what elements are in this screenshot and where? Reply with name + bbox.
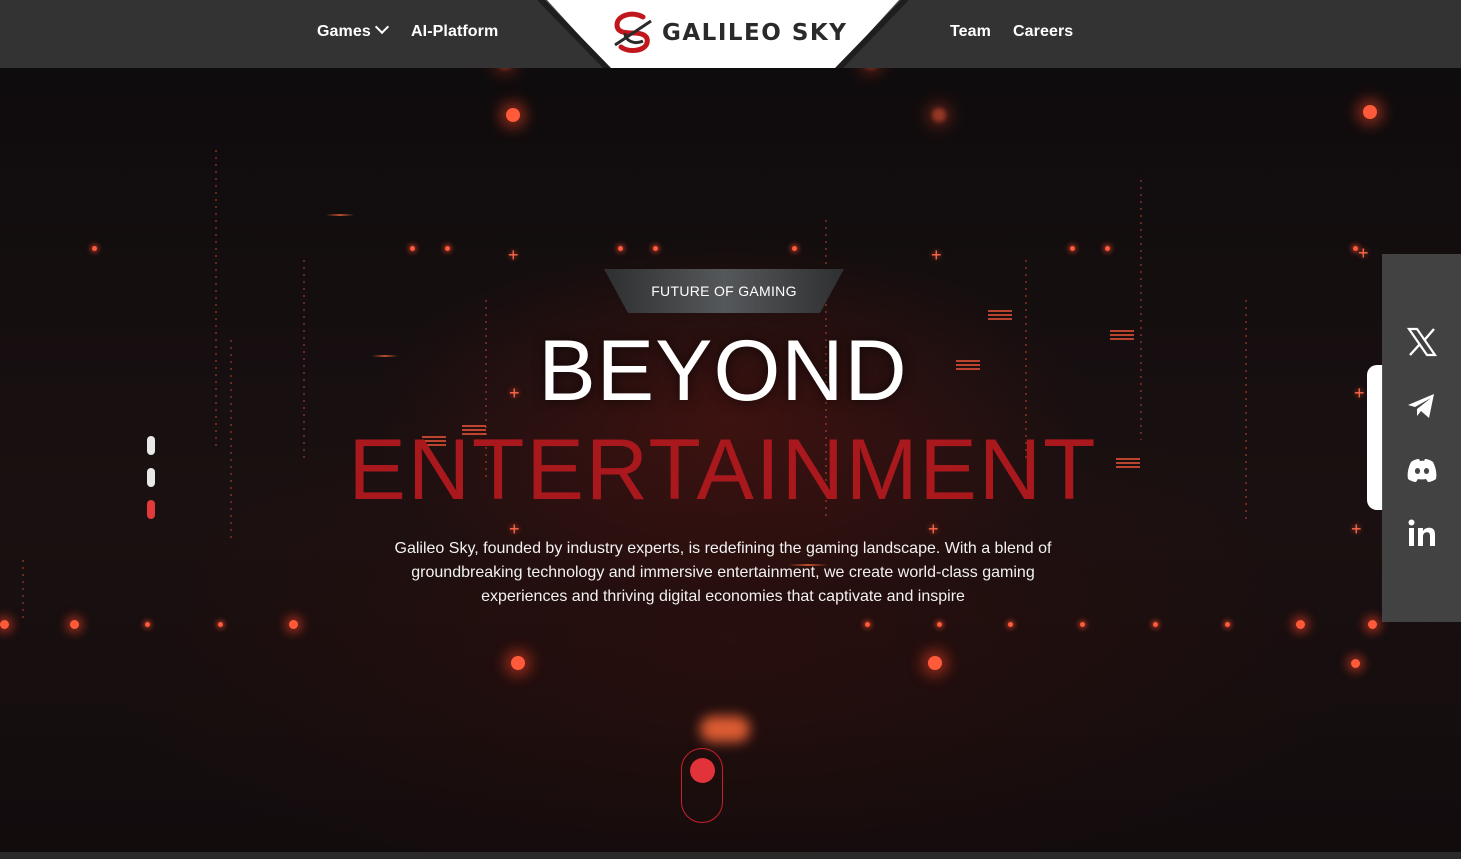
hero-title-line1: BEYOND: [538, 323, 908, 419]
nav-games[interactable]: Games: [317, 19, 389, 41]
particle: [145, 622, 150, 627]
particle: [792, 246, 797, 251]
particle: [506, 108, 520, 122]
particle: [928, 656, 942, 670]
particle: [1351, 659, 1360, 668]
plus-spark-icon: +: [1351, 519, 1362, 539]
galileo-logo-icon[interactable]: [611, 11, 657, 55]
particle: [445, 246, 450, 251]
tagline: FUTURE OF GAMING: [651, 283, 797, 299]
particle: [865, 622, 870, 627]
plus-spark-icon: +: [1358, 243, 1369, 263]
light-streak: [326, 214, 354, 216]
telegram-icon[interactable]: [1404, 388, 1440, 424]
particle: [511, 656, 525, 670]
particle: [0, 620, 9, 629]
chevron-down-icon: [374, 19, 389, 35]
particle: [1070, 246, 1075, 251]
particle: [937, 622, 942, 627]
particle: [1105, 246, 1110, 251]
scroll-ball: [690, 758, 715, 783]
particle: [1296, 620, 1305, 629]
x-twitter-icon[interactable]: [1404, 324, 1440, 360]
nav-games-label: Games: [317, 23, 371, 40]
nav-ai-platform[interactable]: AI-Platform: [411, 23, 498, 41]
nav-team[interactable]: Team: [950, 23, 991, 41]
particle: [1368, 620, 1377, 629]
particle: [92, 246, 97, 251]
brand-logo-text[interactable]: GALILEO SKY: [662, 20, 847, 46]
nav-careers[interactable]: Careers: [1013, 23, 1073, 41]
particle: [1225, 622, 1230, 627]
particle: [289, 620, 298, 629]
plus-spark-icon: +: [509, 519, 520, 539]
slide-indicator-1[interactable]: [147, 436, 155, 455]
particle: [218, 622, 223, 627]
code-glyph: [988, 310, 1012, 322]
slide-indicator-2[interactable]: [147, 468, 155, 487]
social-drawer-tab[interactable]: [1367, 365, 1383, 510]
particle: [653, 246, 658, 251]
plus-spark-icon: +: [508, 245, 519, 265]
social-sidebar: [1382, 254, 1461, 622]
hero-section: + + + + + + + + FUTURE OF GAMING BEYOND …: [0, 0, 1461, 852]
particle: [932, 108, 946, 122]
linkedin-icon[interactable]: [1404, 516, 1440, 552]
plus-spark-icon: +: [928, 519, 939, 539]
page-bottom-strip: [0, 852, 1461, 859]
particle: [1153, 622, 1158, 627]
slide-pager: [147, 436, 157, 532]
particle: [1363, 105, 1377, 119]
discord-icon[interactable]: [1404, 452, 1440, 488]
particle-column: [22, 560, 24, 620]
particle: [70, 620, 79, 629]
particle: [410, 246, 415, 251]
hero-description: Galileo Sky, founded by industry experts…: [394, 540, 1052, 605]
particle: [1080, 622, 1085, 627]
top-navigation-bar: Games AI-Platform GALILEO SKY Team Caree…: [0, 0, 1461, 68]
particle: [618, 246, 623, 251]
particle: [1008, 622, 1013, 627]
hero-title-line2: ENTERTAINMENT: [348, 422, 1098, 518]
scroll-down-indicator[interactable]: [681, 748, 723, 823]
plus-spark-icon: +: [931, 245, 942, 265]
scroll-glow: [700, 716, 750, 742]
slide-indicator-3[interactable]: [147, 500, 155, 519]
